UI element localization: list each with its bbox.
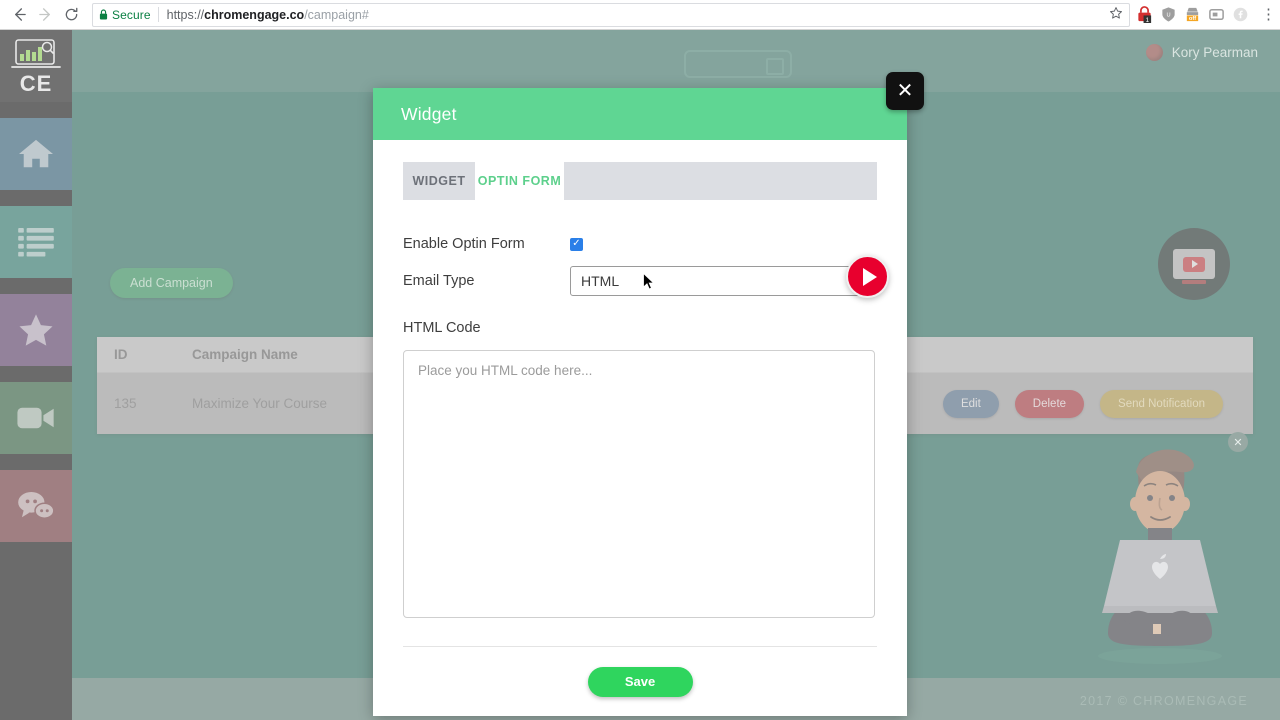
modal-body: WIDGET OPTIN FORM Enable Optin Form ✓ Em… (373, 140, 907, 632)
tab-widget[interactable]: WIDGET (403, 162, 475, 200)
url-scheme: https:// (166, 7, 205, 22)
user-menu[interactable]: Kory Pearman (1145, 44, 1258, 61)
pocket-extension-icon[interactable] (1208, 6, 1225, 23)
sidebar-logo-label: CE (19, 70, 53, 96)
tab-optin-form[interactable]: OPTIN FORM (475, 162, 564, 200)
optin-form: Enable Optin Form ✓ Email Type HTML Code (403, 236, 877, 623)
email-type-row: Email Type (403, 266, 877, 296)
row-actions: Edit Delete Send Notification (942, 389, 1253, 418)
topbar-widget-preview (684, 50, 792, 78)
address-bar[interactable]: Secure https://chromengage.co/campaign# (92, 2, 1130, 27)
avatar (1145, 44, 1163, 61)
home-icon (19, 139, 53, 168)
application-page: Kory Pearman CE Add Campaign ID Campaign… (0, 30, 1280, 720)
three-dots-menu-icon[interactable]: ⋮ (1257, 7, 1280, 22)
browser-toolbar: Secure https://chromengage.co/campaign# … (0, 0, 1280, 30)
modal-tabs: WIDGET OPTIN FORM (403, 162, 877, 200)
bookmark-star-icon[interactable] (1109, 6, 1123, 23)
close-x-icon[interactable]: ✕ (886, 72, 924, 110)
url-text: https://chromengage.co/campaign# (167, 8, 369, 22)
enable-optin-label: Enable Optin Form (403, 236, 525, 252)
enable-optin-checkbox[interactable]: ✓ (570, 237, 583, 251)
enable-optin-row: Enable Optin Form ✓ (403, 236, 877, 252)
star-icon (19, 314, 53, 346)
widget-modal: Widget ✕ WIDGET OPTIN FORM Enable Optin … (373, 72, 924, 716)
youtube-tutorial-icon[interactable] (1158, 228, 1230, 300)
sidebar-item-home[interactable] (0, 118, 72, 190)
delete-button[interactable]: Delete (1014, 389, 1085, 418)
sidebar: CE (0, 30, 72, 720)
laptop-analytics-icon (11, 38, 61, 68)
url-domain: chromengage.co (204, 7, 305, 22)
sidebar-item-videos[interactable] (0, 382, 72, 454)
html-code-textarea[interactable] (403, 350, 875, 618)
save-button[interactable]: Save (587, 666, 693, 697)
list-icon (18, 227, 54, 257)
man-with-laptop-illustration: ✕ (1060, 428, 1260, 678)
extension-icons: 1 U off (1136, 6, 1257, 23)
secure-label: Secure (112, 7, 151, 22)
sidebar-item-chat[interactable] (0, 470, 72, 542)
send-notification-button[interactable]: Send Notification (1100, 389, 1223, 418)
email-type-label: Email Type (403, 273, 475, 289)
svg-text:off: off (1189, 16, 1196, 22)
modal-footer: Save (403, 646, 877, 716)
email-type-input[interactable] (570, 266, 875, 296)
back-arrow-icon[interactable] (6, 2, 32, 28)
url-path: /campaign# (304, 7, 369, 22)
adblock-off-extension-icon[interactable]: off (1184, 6, 1201, 23)
play-icon[interactable] (846, 255, 889, 298)
edit-button[interactable]: Edit (942, 389, 999, 418)
footer-copyright: 2017 © CHROMENGAGE (1079, 694, 1248, 708)
svg-text:1: 1 (1145, 17, 1149, 23)
html-code-label: HTML Code (403, 320, 481, 336)
close-icon[interactable]: ✕ (1228, 432, 1248, 452)
reload-icon[interactable] (58, 2, 84, 28)
sidebar-logo[interactable]: CE (0, 30, 72, 102)
forward-arrow-icon[interactable] (32, 2, 58, 28)
mouse-cursor (643, 273, 655, 290)
app-topbar: Kory Pearman (72, 30, 1280, 92)
facebook-extension-icon[interactable] (1232, 6, 1249, 23)
video-camera-icon (17, 407, 54, 429)
add-campaign-button[interactable]: Add Campaign (110, 268, 233, 298)
omnibox-divider (157, 7, 159, 22)
user-name: Kory Pearman (1171, 45, 1258, 60)
lock-icon (99, 9, 108, 20)
modal-title: Widget (401, 103, 457, 124)
sidebar-item-campaigns[interactable] (0, 206, 72, 278)
shield-extension-icon[interactable]: U (1160, 6, 1177, 23)
youtube-screen-icon (1173, 249, 1215, 284)
modal-header: Widget (373, 88, 907, 140)
cell-id: 135 (114, 396, 137, 411)
lastpass-extension-icon[interactable]: 1 (1136, 6, 1153, 23)
column-header-id: ID (114, 347, 128, 362)
chat-bubbles-icon (18, 491, 55, 519)
svg-text:U: U (1166, 12, 1170, 18)
play-icon (1183, 256, 1205, 272)
tab-filler (564, 162, 877, 200)
sidebar-item-favorites[interactable] (0, 294, 72, 366)
